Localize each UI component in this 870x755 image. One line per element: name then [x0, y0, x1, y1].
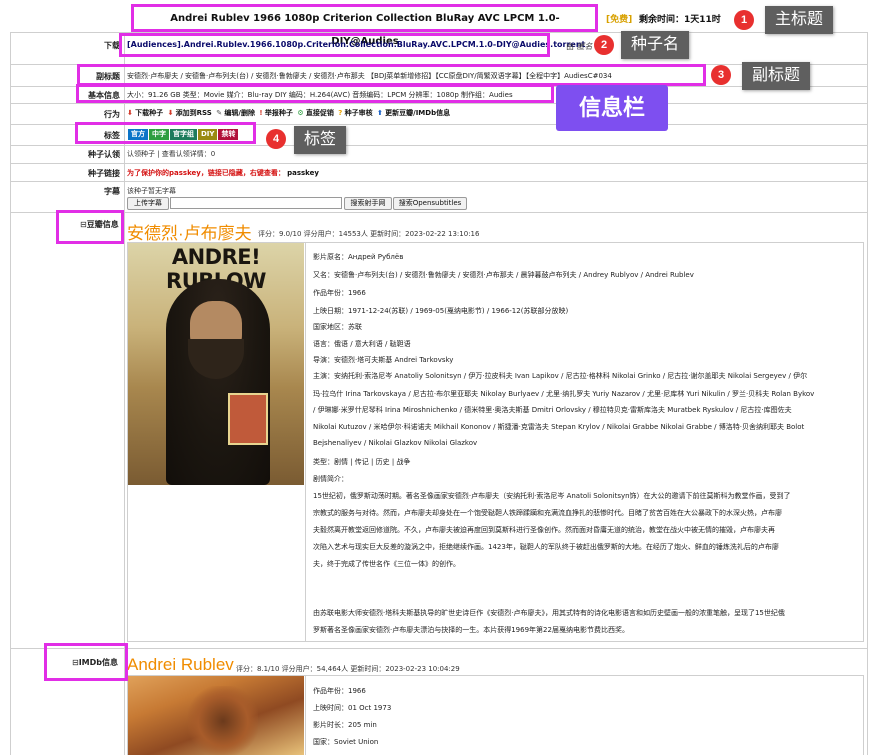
synopsis-line: 15世纪初，俄罗斯动荡时期。著名圣像画家安德烈·卢布廖夫（安纳托利·索洛尼岑 A… [313, 492, 791, 500]
subs-none: 该种子暂无字幕 [127, 187, 176, 195]
douban-line: Nikolai Kutuzov / 米哈伊尔·科诺诺夫 Mikhail Kono… [313, 423, 805, 431]
callout-torrent-name: 种子名 [621, 31, 690, 59]
imdb-line: 影片时长：205 min [313, 721, 377, 729]
question-icon: ? [338, 109, 343, 117]
remaining-label: 剩余时间： [639, 15, 685, 25]
imdb-info-divider [305, 675, 306, 755]
rss-arrow-icon: ⬇ [167, 109, 174, 117]
download-arrow-icon: ⬇ [127, 109, 133, 117]
info-bar-callout: 信息栏 [556, 85, 668, 131]
douban-rating: 评分：9.0/10 评分用户：14553人 更新时间：2023-02-22 13… [258, 230, 480, 238]
callout-main-title: 主标题 [765, 6, 834, 34]
highlight-subtitle-row [77, 64, 706, 86]
claim-label: 种子认领 [88, 150, 120, 159]
douban-line: Bejshenaliyev / Nikolai Glazkov Nikolai … [313, 439, 478, 447]
row-divider [10, 163, 868, 164]
callout-number: 2 [594, 35, 614, 55]
douban-line: 作品年份：1966 [313, 289, 366, 297]
callout-number: 4 [266, 129, 286, 149]
row-divider [10, 145, 868, 146]
highlight-info-row [76, 84, 554, 103]
action-update-info[interactable]: 更新豆瓣/IMDb信息 [385, 109, 450, 117]
douban-line: 玛·拉乌什 Irina Tarkovskaya / 尼古拉·布尔里亚耶夫 Nik… [313, 390, 815, 398]
row-divider [10, 212, 868, 213]
callout-number: 3 [711, 65, 731, 85]
highlight-douban-label [56, 210, 124, 244]
actions-label: 行为 [104, 110, 120, 119]
action-promote[interactable]: 直接促销 [306, 109, 334, 117]
link-warning: 为了保护你的passkey，链接已隐藏，右键查看： [127, 169, 285, 177]
report-icon: ! [259, 109, 263, 117]
synopsis-line: 次陷入艺术与现实巨大反差的漩涡之中，拒绝继续作画。1423年，鞑靼人的军队终于被… [313, 543, 779, 551]
douban-title: 安德烈·卢布廖夫 [127, 224, 252, 243]
search-shooter-button[interactable]: 搜索射手网 [344, 197, 392, 210]
table-right-border [867, 32, 868, 755]
callout-number: 1 [734, 10, 754, 30]
douban-line: 语言：俄语 / 意大利语 / 鞑靼语 [313, 340, 411, 348]
highlight-main-title [131, 4, 598, 32]
promo-icon: ⚙ [297, 109, 304, 117]
claim-text[interactable]: 认领种子 | 查看认领详情：0 [127, 149, 215, 159]
action-report[interactable]: 举报种子 [265, 109, 293, 117]
synopsis-line: 夫，终于完成了传世名作《三位一体》的创作。 [313, 560, 460, 568]
remaining-time: 剩余时间：1天11时 [639, 12, 721, 25]
uploader-name: 匿名 [576, 42, 593, 51]
review-line: 罗斯著名圣像画家安德烈·卢布廖夫漂泊与抉择的一生。本片获得1969年第22届戛纳… [313, 626, 629, 634]
row-divider [10, 648, 868, 649]
callout-subtitle: 副标题 [742, 62, 811, 90]
refresh-arrow-icon: ⬆ [377, 109, 383, 117]
link-label: 种子链接 [88, 169, 120, 178]
action-edit-delete[interactable]: 编辑/删除 [224, 109, 255, 117]
table-left-border [10, 32, 11, 755]
row-divider [10, 103, 868, 104]
uploader: 由 匿名 [566, 41, 593, 52]
douban-info-divider [305, 242, 306, 642]
pencil-icon: ✎ [216, 109, 223, 117]
link-row: 为了保护你的passkey，链接已隐藏，右键查看： passkey [127, 168, 319, 178]
action-add-rss[interactable]: 添加到RSS [176, 109, 212, 117]
douban-line: 又名：安德鲁·卢布列夫(台) / 安德烈·鲁勃廖夫 / 安德烈·卢布那夫 / 晨… [313, 271, 694, 279]
uploader-prefix: 由 [566, 42, 574, 51]
remaining-value: 1天11时 [684, 15, 721, 25]
imdb-line: 作品年份：1966 [313, 687, 366, 695]
poster-icon-frame [228, 393, 268, 445]
douban-line: 剧情简介： [313, 475, 348, 483]
action-review[interactable]: 种子审核 [345, 109, 373, 117]
row-divider [10, 181, 868, 182]
imdb-line: 国家：Soviet Union [313, 738, 379, 746]
sub-search-input[interactable] [170, 197, 342, 209]
passkey-link[interactable]: passkey [287, 169, 319, 177]
subs-label: 字幕 [104, 187, 120, 196]
douban-line: 国家地区：苏联 [313, 323, 362, 331]
download-label: 下载 [104, 41, 120, 50]
douban-poster-image[interactable]: ANDRE! RUBLOW [128, 243, 304, 485]
douban-line: 影片原名：Андрей Рублёв [313, 253, 404, 261]
douban-line: 导演：安德烈·塔可夫斯基 Andrei Tarkovsky [313, 356, 454, 364]
callout-tags: 标签 [294, 126, 347, 154]
douban-line: 类型：剧情 | 传记 | 历史 | 战争 [313, 458, 411, 466]
douban-line: / 伊琳娜·米罗什尼琴科 Irina Miroshnichenko / 德米特里… [313, 406, 792, 414]
poster-shape [188, 686, 258, 755]
imdb-rating: 评分：8.1/10 评分用户：54,464人 更新时间：2023-02-23 1… [236, 665, 460, 673]
synopsis-line: 夫毅然离开教堂返回修道院。不久，卢布廖夫被迫再度回到莫斯科进行圣像创作。然而面对… [313, 526, 775, 534]
douban-line: 上映日期：1971-12-24(苏联) / 1969-05(戛纳电影节) / 1… [313, 307, 569, 315]
highlight-imdb-label [44, 643, 128, 681]
highlight-tags-row [75, 122, 256, 144]
actions-bar: ⬇ 下载种子 ⬇ 添加到RSS ✎ 编辑/删除 ! 举报种子 ⚙ 直接促销 ? … [127, 108, 450, 118]
imdb-title: Andrei Rublev [127, 655, 234, 674]
search-opensubtitles-button[interactable]: 搜索Opensubtitles [393, 197, 467, 210]
free-badge: [免费] [606, 15, 633, 25]
imdb-poster-image[interactable] [128, 676, 304, 755]
review-line: 由苏联电影大师安德烈·塔科夫斯基执导的旷世史诗巨作《安德烈·卢布廖夫》，用其式特… [313, 609, 785, 617]
imdb-line: 上映时间：01 Oct 1973 [313, 704, 392, 712]
synopsis-line: 宗教式的服务与对待。然而，卢布廖夫却身处在一个饱受鞑靼人铁蹄蹂躏和充满流血挣扎的… [313, 509, 782, 517]
highlight-torrent-name [119, 33, 550, 57]
douban-line: 主演：安纳托利·索洛尼岑 Anatoliy Solonitsyn / 伊万·拉皮… [313, 372, 808, 380]
upload-sub-button[interactable]: 上传字幕 [127, 197, 169, 210]
action-download-torrent[interactable]: 下载种子 [135, 109, 163, 117]
